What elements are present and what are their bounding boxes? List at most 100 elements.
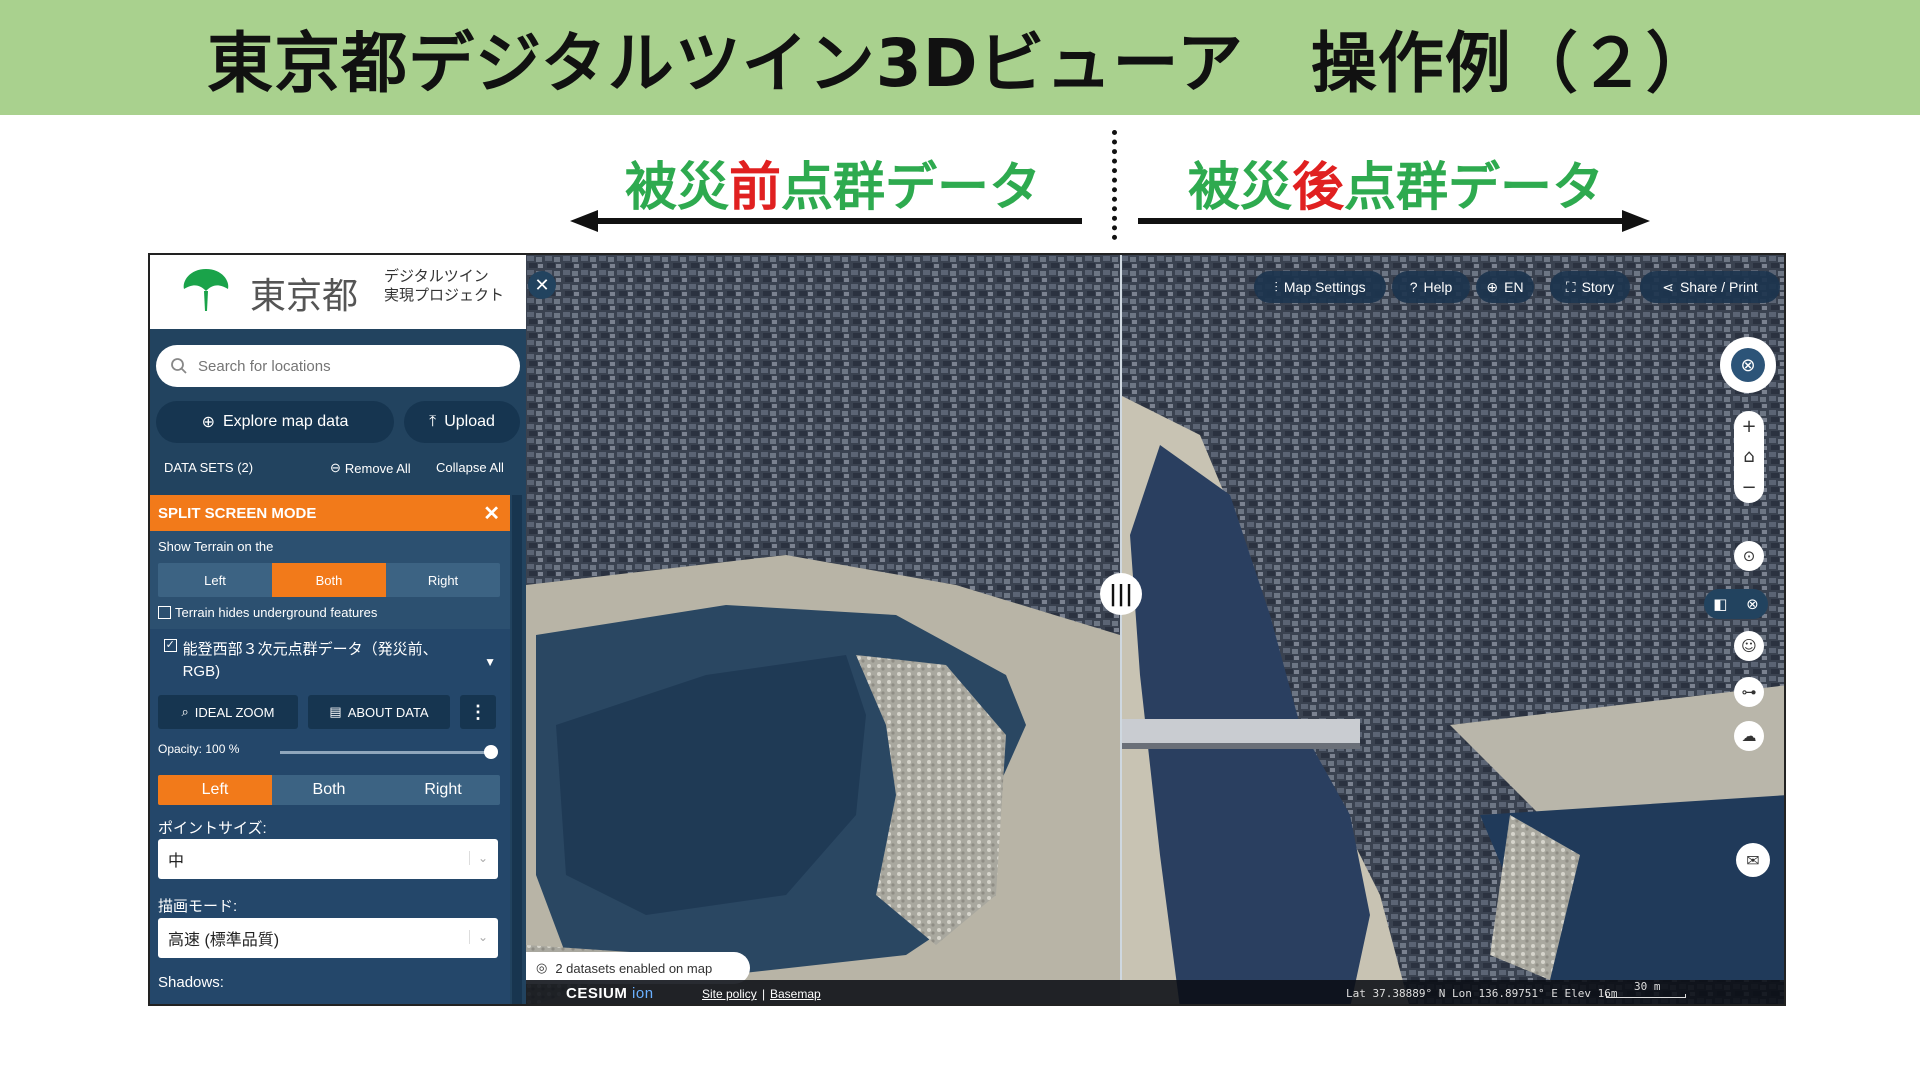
chevron-down-icon: ⌄ [468, 851, 488, 865]
before-label-pre: 被災 [625, 158, 730, 218]
search-input[interactable] [198, 355, 498, 377]
before-label-emph: 前 [729, 158, 782, 218]
checkbox-icon [158, 606, 171, 619]
terrain-right-option[interactable]: Right [386, 563, 500, 597]
measure-icon[interactable]: ⊶ [1734, 677, 1764, 707]
shadows-label: Shadows: [158, 974, 224, 991]
plus-circle-icon: ⊕ [201, 414, 215, 431]
caret-down-icon[interactable]: ▼ [484, 655, 496, 669]
locate-icon[interactable]: ⊙ [1734, 541, 1764, 571]
help-button[interactable]: ? Help [1392, 271, 1470, 303]
language-button[interactable]: ⊕ EN [1476, 271, 1534, 303]
cesium-label: CESIUM [566, 985, 628, 1002]
split-compare-icon[interactable]: ◧ [1713, 595, 1727, 613]
sliders-icon: ⫶ [1274, 278, 1278, 295]
split-tool: ◧ ⊗ [1704, 589, 1768, 619]
about-data-label: ABOUT DATA [347, 704, 429, 720]
layer-right-option[interactable]: Right [386, 775, 500, 805]
split-screen-title: SPLIT SCREEN MODE [158, 504, 317, 522]
after-label: 被災後点群データ [1188, 145, 1604, 220]
remove-all-label: Remove All [344, 460, 411, 476]
help-label: Help [1423, 279, 1453, 295]
globe-icon: ⊕ [1486, 278, 1499, 295]
checkbox-checked-icon: ✓ [164, 639, 177, 652]
map-view[interactable]: ||| ✕ ⫶ Map Settings ? Help ⊕ EN ⛶ Story ⋖ Sh… [526, 255, 1786, 1006]
layer-side-toggle: Left Both Right [158, 775, 500, 805]
pedestrian-icon[interactable]: ☺ [1734, 631, 1764, 661]
map-left-pane[interactable] [526, 255, 1120, 1006]
close-icon[interactable]: ✕ [483, 501, 500, 526]
search-icon [171, 358, 187, 374]
brand-header: 東京都 デジタルツイン 実現プロジェクト [150, 255, 526, 329]
datasets-enabled-label: 2 datasets enabled on map [555, 960, 713, 976]
map-status-bar: CESIUM ion Site policy | Basemap Lat 37.… [526, 980, 1784, 1004]
map-settings-label: Map Settings [1283, 279, 1366, 295]
point-size-select[interactable]: 中 ⌄ [158, 839, 498, 879]
terrain-hides-checkbox[interactable]: Terrain hides underground features [158, 605, 377, 620]
close-split-icon[interactable]: ⊗ [1746, 595, 1759, 613]
layer-both-option[interactable]: Both [272, 775, 386, 805]
minus-circle-icon: ⊖ [330, 460, 341, 475]
basemap-link[interactable]: Basemap [770, 987, 821, 1001]
comment-icon: ▤ [329, 704, 342, 719]
story-button[interactable]: ⛶ Story [1550, 271, 1630, 303]
search-icon: ⌕ [181, 704, 189, 719]
ideal-zoom-button[interactable]: ⌕ IDEAL ZOOM [158, 695, 298, 729]
signal-icon: ◎ [536, 960, 548, 975]
zoom-out-icon[interactable]: − [1741, 477, 1756, 498]
split-screen-header: SPLIT SCREEN MODE ✕ [150, 495, 510, 531]
split-handle-icon[interactable]: ||| [1100, 573, 1142, 615]
app-window: 東京都 デジタルツイン 実現プロジェクト ⊕ Explore map data … [148, 253, 1786, 1006]
home-icon[interactable]: ⌂ [1743, 446, 1754, 467]
before-label: 被災前点群データ [625, 145, 1041, 220]
after-label-emph: 後 [1292, 158, 1345, 218]
upload-button[interactable]: ⤒ Upload [404, 401, 520, 443]
about-data-button[interactable]: ▤ ABOUT DATA [308, 695, 450, 729]
sidebar-scrollbar[interactable] [512, 495, 522, 1004]
more-options-icon[interactable]: ⋮ [460, 695, 496, 729]
share-icon: ⋖ [1662, 278, 1674, 295]
point-size-value: 中 [168, 853, 185, 870]
opacity-slider[interactable] [280, 751, 490, 754]
compass-icon[interactable]: ⊗ [1720, 337, 1776, 393]
explore-label: Explore map data [223, 413, 349, 430]
compass-inner-icon: ⊗ [1731, 348, 1765, 382]
close-icon[interactable]: ✕ [528, 271, 556, 299]
after-label-post: 点群データ [1344, 158, 1605, 218]
split-divider[interactable] [1120, 255, 1122, 980]
scale-bar [1606, 994, 1686, 998]
point-size-label: ポイントサイズ: [158, 820, 267, 837]
feedback-icon[interactable]: ✉ [1736, 843, 1770, 877]
layer-left-option[interactable]: Left [158, 775, 272, 805]
center-divider [1112, 130, 1118, 240]
collapse-all-button[interactable]: Collapse All [436, 460, 504, 475]
site-policy-link[interactable]: Site policy [702, 987, 757, 1001]
separator: | [762, 987, 766, 1001]
brand-subtitle-line1: デジタルツイン [384, 267, 489, 285]
lang-label: EN [1504, 279, 1524, 295]
left-arrow-icon [570, 210, 1082, 232]
opacity-label: Opacity: 100 % [158, 742, 240, 756]
weather-icon[interactable]: ☁ [1734, 721, 1764, 751]
terrain-hides-label: Terrain hides underground features [175, 605, 378, 620]
upload-label: Upload [444, 413, 495, 430]
terrain-both-option[interactable]: Both [272, 563, 386, 597]
opacity-slider-thumb[interactable] [484, 745, 498, 759]
explore-map-data-button[interactable]: ⊕ Explore map data [156, 401, 394, 443]
ideal-zoom-label: IDEAL ZOOM [194, 704, 275, 720]
layer-title-row[interactable]: ✓ 能登西部３次元点群データ（発災前、RGB) [164, 639, 464, 683]
workbench: SPLIT SCREEN MODE ✕ Show Terrain on the … [150, 495, 510, 1004]
share-print-button[interactable]: ⋖ Share / Print [1640, 271, 1780, 303]
terrain-left-option[interactable]: Left [158, 563, 272, 597]
terrain-side-toggle: Left Both Right [158, 563, 500, 597]
render-mode-value: 高速 (標準品質) [168, 932, 280, 949]
map-settings-button[interactable]: ⫶ Map Settings [1254, 271, 1386, 303]
layer-card: ✓ 能登西部３次元点群データ（発災前、RGB) ▼ ⌕ IDEAL ZOOM ▤… [150, 629, 510, 1004]
remove-all-button[interactable]: ⊖ Remove All [330, 460, 411, 476]
tokyo-logo-icon [183, 269, 229, 311]
map-right-pane[interactable] [1120, 255, 1786, 1006]
zoom-in-icon[interactable]: + [1741, 416, 1756, 437]
brand-subtitle: デジタルツイン 実現プロジェクト [384, 267, 524, 305]
render-mode-select[interactable]: 高速 (標準品質) ⌄ [158, 918, 498, 958]
search-box[interactable] [156, 345, 520, 387]
